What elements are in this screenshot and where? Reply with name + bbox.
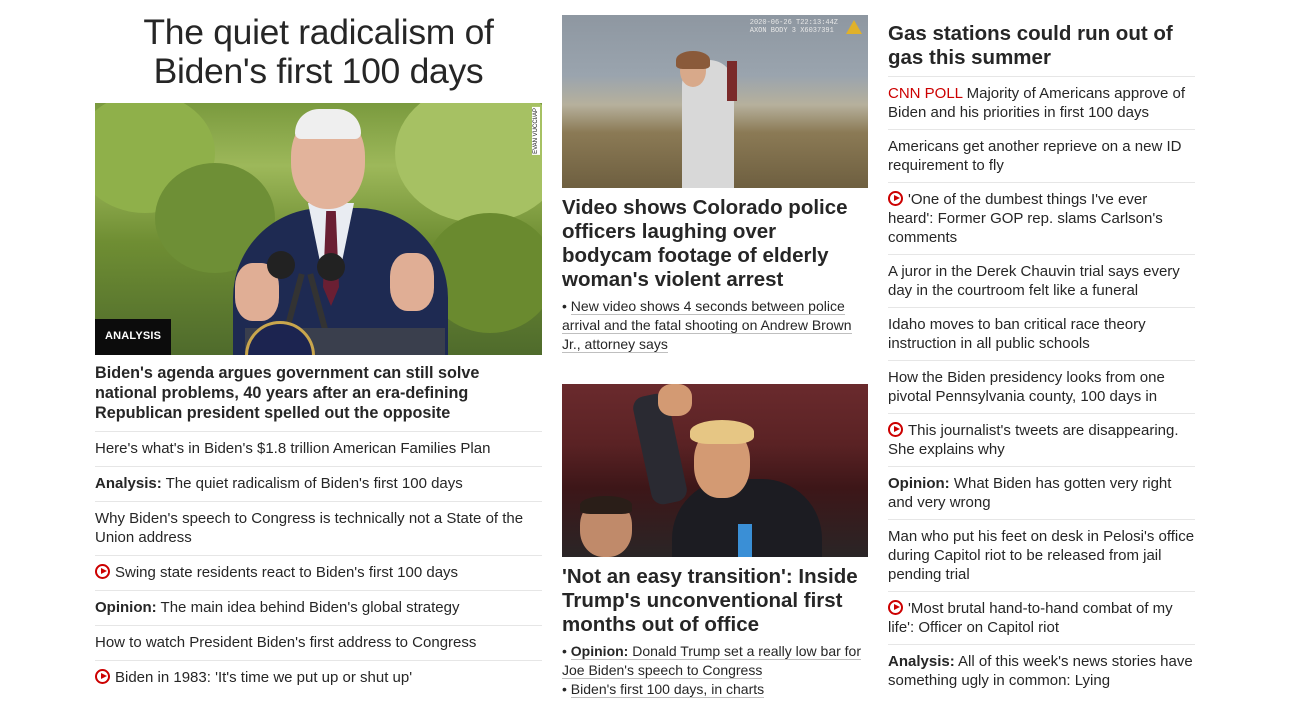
list-item[interactable]: This journalist's tweets are disappearin… xyxy=(888,413,1195,466)
related-link[interactable]: Biden's first 100 days, in charts xyxy=(570,681,765,698)
list-item[interactable]: A juror in the Derek Chauvin trial says … xyxy=(888,254,1195,307)
story-bullet: • Biden's first 100 days, in charts xyxy=(562,681,765,698)
play-icon xyxy=(888,600,903,615)
right-hand xyxy=(390,253,434,311)
hair xyxy=(690,420,754,444)
related-link[interactable]: New video shows 4 seconds between police… xyxy=(562,298,852,353)
related-link[interactable]: Opinion: Donald Trump set a really low b… xyxy=(562,643,861,679)
list-item[interactable]: Here's what's in Biden's $1.8 trillion A… xyxy=(95,431,542,466)
list-item[interactable]: Opinion: The main idea behind Biden's gl… xyxy=(95,590,542,625)
lead-story-summary[interactable]: Biden's agenda argues government can sti… xyxy=(95,363,542,423)
tie xyxy=(738,524,752,557)
road-sign xyxy=(727,61,737,101)
photo-credit: EVAN VUCCI/AP xyxy=(532,107,540,155)
list-item[interactable]: 'Most brutal hand-to-hand combat of my l… xyxy=(888,591,1195,644)
list-item[interactable]: Idaho moves to ban critical race theory … xyxy=(888,307,1195,360)
headline-list: CNN POLL Majority of Americans approve o… xyxy=(888,76,1195,697)
trump-photo[interactable] xyxy=(562,384,868,557)
list-item[interactable]: Swing state residents react to Biden's f… xyxy=(95,555,542,590)
fist xyxy=(658,384,692,416)
woman-hair xyxy=(676,51,710,69)
bodycam-timestamp: 2020-06-26 T22:13:44Z AXON BODY 3 X60373… xyxy=(749,19,838,35)
list-item[interactable]: CNN POLL Majority of Americans approve o… xyxy=(888,76,1195,129)
middle-column: 2020-06-26 T22:13:44Z AXON BODY 3 X60373… xyxy=(562,0,868,699)
list-item[interactable]: Biden in 1983: 'It's time we put up or s… xyxy=(95,660,542,695)
left-column: The quiet radicalism of Biden's first 10… xyxy=(95,0,542,695)
play-icon xyxy=(888,422,903,437)
play-icon xyxy=(888,191,903,206)
hair xyxy=(295,109,361,139)
lead-photo[interactable]: EVAN VUCCI/AP ANALYSIS xyxy=(95,103,542,355)
list-item[interactable]: Opinion: What Biden has gotten very righ… xyxy=(888,466,1195,519)
list-item[interactable]: Man who put his feet on desk in Pelosi's… xyxy=(888,519,1195,591)
foliage xyxy=(395,103,542,223)
bystander-hair xyxy=(580,496,632,514)
list-item[interactable]: Analysis: The quiet radicalism of Biden'… xyxy=(95,466,542,501)
list-item[interactable]: How the Biden presidency looks from one … xyxy=(888,360,1195,413)
analysis-badge: ANALYSIS xyxy=(95,319,172,355)
story-bullet: • Opinion: Donald Trump set a really low… xyxy=(562,643,861,679)
microphone xyxy=(267,251,295,279)
list-item[interactable]: Americans get another reprieve on a new … xyxy=(888,129,1195,182)
story-headline[interactable]: 'Not an easy transition': Inside Trump's… xyxy=(562,565,868,637)
list-item[interactable]: 'One of the dumbest things I've ever hea… xyxy=(888,182,1195,254)
story-headline[interactable]: Video shows Colorado police officers lau… xyxy=(562,196,868,292)
microphone xyxy=(317,253,345,281)
lead-headline[interactable]: The quiet radicalism of Biden's first 10… xyxy=(95,13,542,91)
warning-icon xyxy=(846,20,862,34)
section-headline[interactable]: Gas stations could run out of gas this s… xyxy=(888,22,1195,70)
list-item[interactable]: How to watch President Biden's first add… xyxy=(95,625,542,660)
play-icon xyxy=(95,564,110,579)
bodycam-photo[interactable]: 2020-06-26 T22:13:44Z AXON BODY 3 X60373… xyxy=(562,15,868,188)
list-item[interactable]: Analysis: All of this week's news storie… xyxy=(888,644,1195,697)
story-bullet: • New video shows 4 seconds between poli… xyxy=(562,298,852,353)
play-icon xyxy=(95,669,110,684)
related-headlines: Here's what's in Biden's $1.8 trillion A… xyxy=(95,431,542,695)
right-column: Gas stations could run out of gas this s… xyxy=(888,0,1195,697)
list-item[interactable]: Why Biden's speech to Congress is techni… xyxy=(95,501,542,555)
